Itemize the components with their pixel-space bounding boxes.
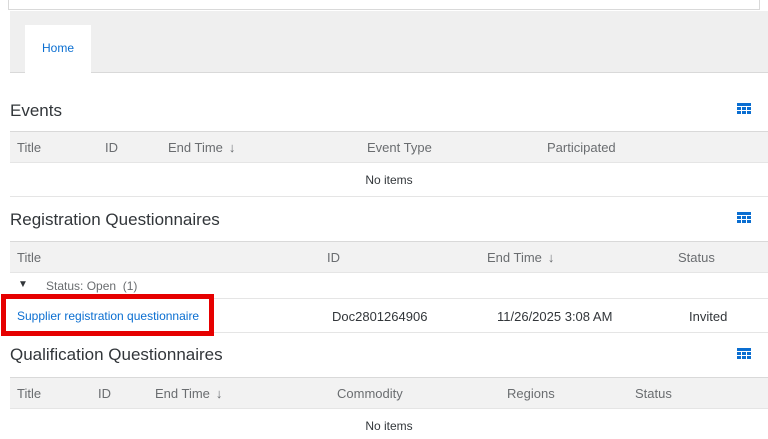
qualification-col-end-time[interactable]: End Time ↓ — [155, 378, 222, 409]
status: Invited — [689, 309, 728, 324]
top-bar — [8, 0, 760, 10]
qualification-col-title[interactable]: Title — [17, 378, 41, 409]
events-col-id[interactable]: ID — [105, 132, 118, 163]
events-col-title[interactable]: Title — [17, 132, 41, 163]
qualification-col-regions[interactable]: Regions — [507, 378, 555, 409]
table-grid-icon[interactable] — [737, 103, 751, 115]
tab-strip: Home — [10, 11, 768, 74]
qualification-empty-text: No items — [365, 419, 413, 433]
end-time: 11/26/2025 3:08 AM — [497, 309, 613, 324]
qualification-title: Qualification Questionnaires — [10, 345, 223, 364]
qualification-col-id[interactable]: ID — [98, 378, 111, 409]
qualification-col-commodity[interactable]: Commodity — [337, 378, 403, 409]
events-col-event-type[interactable]: Event Type — [367, 132, 432, 163]
registration-title: Registration Questionnaires — [10, 210, 220, 229]
triangle-down-icon[interactable]: ▼ — [18, 279, 28, 290]
arrow-down-icon: ↓ — [547, 250, 555, 265]
divider — [10, 196, 768, 197]
table-grid-icon[interactable] — [737, 212, 751, 224]
events-title: Events — [10, 101, 62, 120]
registration-col-id[interactable]: ID — [327, 242, 340, 273]
qualification-table-header: Title ID End Time ↓ Commodity Regions Sta… — [10, 377, 768, 409]
events-col-participated[interactable]: Participated — [547, 132, 616, 163]
registration-col-end-time[interactable]: End Time ↓ — [487, 242, 554, 273]
registration-col-status[interactable]: Status — [678, 242, 715, 273]
events-table-header: Title ID End Time ↓ Event Type Participat… — [10, 131, 768, 163]
doc-id: Doc2801264906 — [332, 309, 428, 324]
table-grid-icon[interactable] — [737, 348, 751, 360]
registration-table-header: Title ID End Time ↓ Status — [10, 241, 768, 273]
qualification-col-status[interactable]: Status — [635, 378, 672, 409]
highlight-box — [1, 294, 214, 336]
events-empty-text: No items — [365, 173, 413, 187]
registration-col-title[interactable]: Title — [17, 242, 41, 273]
tab-home[interactable]: Home — [25, 25, 91, 74]
arrow-down-icon: ↓ — [228, 140, 236, 155]
events-col-end-time[interactable]: End Time ↓ — [168, 132, 235, 163]
group-label: Status: Open (1) — [46, 279, 138, 293]
arrow-down-icon: ↓ — [215, 386, 223, 401]
